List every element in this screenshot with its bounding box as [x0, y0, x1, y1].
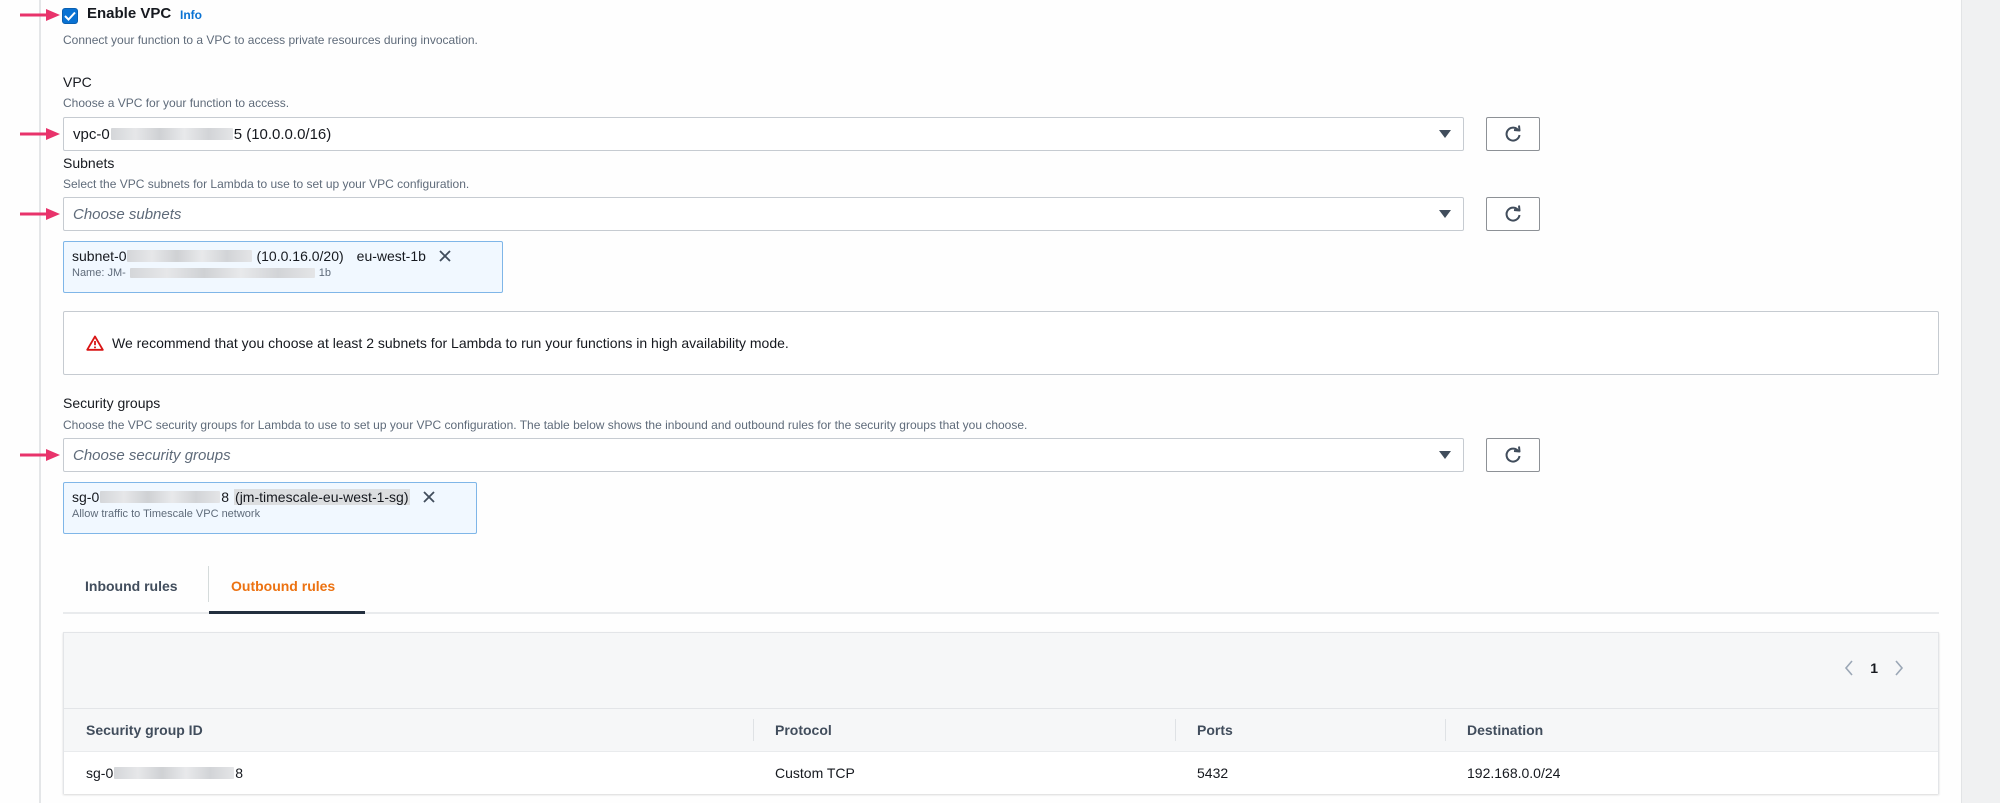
- subnets-description: Select the VPC subnets for Lambda to use…: [63, 177, 470, 191]
- redacted-text: [127, 250, 253, 262]
- annotation-arrow-icon: [20, 127, 62, 141]
- security-groups-placeholder: Choose security groups: [73, 446, 231, 464]
- subnets-refresh-button[interactable]: [1486, 197, 1540, 231]
- security-group-name: (jm-timescale-eu-west-1-sg): [234, 489, 410, 505]
- annotation-arrow-icon: [20, 448, 62, 462]
- subnets-label: Subnets: [63, 155, 115, 171]
- redacted-text: [100, 491, 221, 503]
- security-group-token: sg-0 8 (jm-timescale-eu-west-1-sg) Allow…: [63, 482, 477, 534]
- pagination: 1: [1844, 660, 1904, 676]
- refresh-icon: [1505, 446, 1521, 463]
- enable-vpc-checkbox[interactable]: [62, 8, 78, 24]
- right-page-gutter: [1961, 0, 2000, 803]
- vpc-description: Choose a VPC for your function to access…: [63, 96, 290, 110]
- enable-vpc-description: Connect your function to a VPC to access…: [63, 33, 478, 47]
- vpc-select[interactable]: vpc-0 5 (10.0.0.0/16): [63, 117, 1464, 151]
- table-row: sg-0 8 Custom TCP 5432 192.168.0.0/24: [64, 751, 1938, 794]
- tab-inbound-rules[interactable]: Inbound rules: [63, 560, 208, 612]
- security-groups-refresh-button[interactable]: [1486, 438, 1540, 472]
- current-page[interactable]: 1: [1870, 660, 1878, 676]
- subnet-token: subnet-0 (10.0.16.0/20) eu-west-1b Name:…: [63, 241, 503, 293]
- rules-tabs: Inbound rules Outbound rules: [63, 560, 1939, 614]
- table-header: Security group ID Protocol Ports Destina…: [64, 708, 1938, 751]
- chevron-right-icon[interactable]: [1894, 660, 1904, 676]
- tab-outbound-rules[interactable]: Outbound rules: [209, 560, 365, 614]
- close-icon[interactable]: [438, 249, 452, 263]
- info-link[interactable]: Info: [180, 8, 202, 22]
- refresh-icon: [1505, 125, 1521, 142]
- warning-triangle-icon: [86, 335, 104, 351]
- caret-down-icon: [1439, 451, 1451, 459]
- redacted-text: [114, 767, 235, 779]
- annotation-arrow-icon: [20, 8, 62, 22]
- vpc-label: VPC: [63, 74, 92, 90]
- column-header-destination[interactable]: Destination: [1445, 709, 1938, 752]
- subnet-token-main: subnet-0 (10.0.16.0/20) eu-west-1b: [72, 248, 494, 264]
- security-groups-label: Security groups: [63, 395, 161, 411]
- enable-vpc-label[interactable]: Enable VPC: [87, 5, 171, 22]
- vpc-refresh-button[interactable]: [1486, 117, 1540, 151]
- ha-warning-text: We recommend that you choose at least 2 …: [112, 335, 789, 351]
- cell-ports: 5432: [1197, 765, 1229, 781]
- security-group-token-main: sg-0 8 (jm-timescale-eu-west-1-sg): [72, 489, 468, 505]
- redacted-text: [129, 268, 315, 278]
- cell-destination: 192.168.0.0/24: [1467, 765, 1561, 781]
- left-page-gutter: [0, 0, 41, 803]
- cell-security-group-id: sg-0 8: [86, 765, 244, 781]
- subnets-select[interactable]: Choose subnets: [63, 197, 1464, 231]
- chevron-left-icon[interactable]: [1844, 660, 1854, 676]
- subnet-token-name: Name: JM- 1b: [72, 267, 332, 279]
- vpc-select-value: vpc-0 5 (10.0.0.0/16): [73, 125, 332, 143]
- refresh-icon: [1505, 205, 1521, 222]
- caret-down-icon: [1439, 210, 1451, 218]
- checkmark-icon: [64, 11, 76, 21]
- close-icon[interactable]: [422, 490, 436, 504]
- security-groups-select[interactable]: Choose security groups: [63, 438, 1464, 472]
- subnets-placeholder: Choose subnets: [73, 205, 182, 223]
- column-header-protocol[interactable]: Protocol: [753, 709, 1175, 752]
- rules-table: 1 Security group ID Protocol Ports Desti…: [63, 632, 1939, 794]
- column-header-security-group-id[interactable]: Security group ID: [64, 709, 753, 752]
- ha-warning-alert: We recommend that you choose at least 2 …: [63, 311, 1939, 375]
- subnet-az: eu-west-1b: [356, 248, 426, 264]
- column-header-ports[interactable]: Ports: [1175, 709, 1445, 752]
- security-groups-description: Choose the VPC security groups for Lambd…: [63, 418, 1028, 432]
- redacted-text: [110, 128, 233, 140]
- security-group-token-description: Allow traffic to Timescale VPC network: [72, 508, 261, 520]
- annotation-arrow-icon: [20, 207, 62, 221]
- cell-protocol: Custom TCP: [775, 765, 855, 781]
- caret-down-icon: [1439, 130, 1451, 138]
